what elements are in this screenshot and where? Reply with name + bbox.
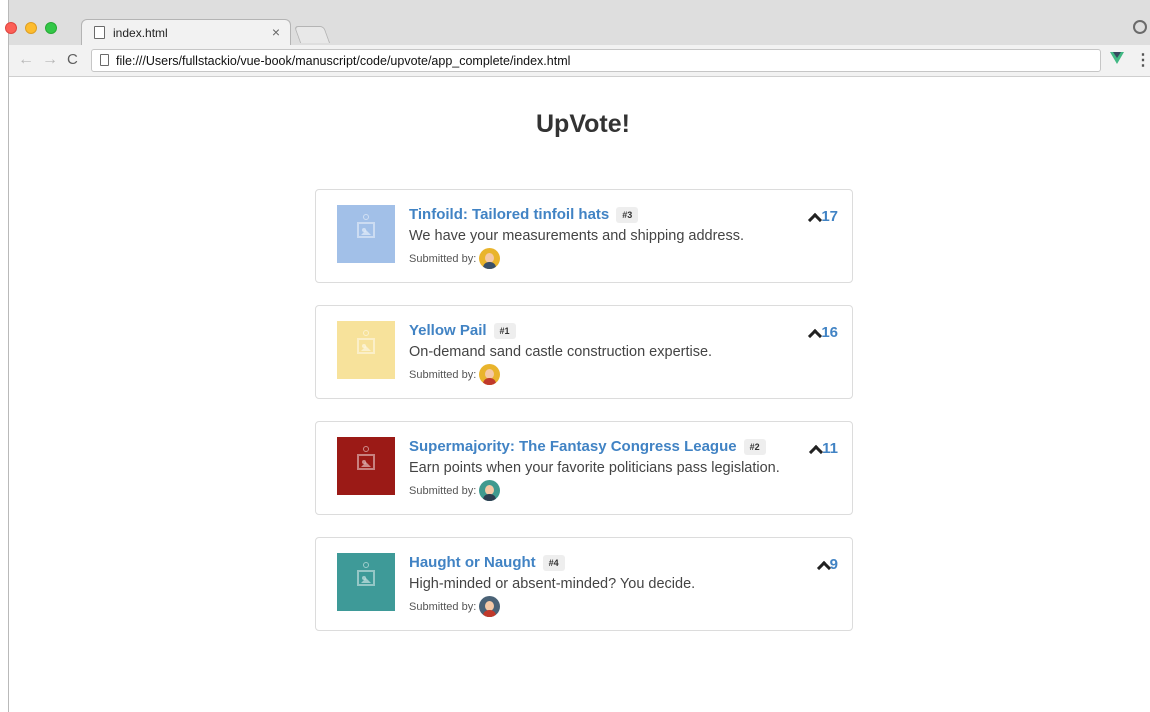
chevron-up-icon[interactable] bbox=[810, 444, 820, 454]
browser-tab[interactable]: index.html × bbox=[81, 19, 291, 45]
avatar bbox=[479, 364, 501, 385]
submission-description: Earn points when your favorite politicia… bbox=[409, 460, 780, 476]
chevron-up-icon[interactable] bbox=[818, 560, 828, 570]
submitted-by-label: Submitted by: bbox=[409, 484, 477, 497]
upvote-control[interactable]: 11 bbox=[810, 440, 838, 457]
vue-devtools-icon[interactable] bbox=[1110, 52, 1124, 64]
submitted-by-label: Submitted by: bbox=[409, 368, 477, 381]
submission-description: We have your measurements and shipping a… bbox=[409, 228, 745, 244]
submission-card: Tinfoild: Tailored tinfoil hats #3 We ha… bbox=[315, 189, 853, 283]
submitted-by-label: Submitted by: bbox=[409, 252, 477, 265]
submitted-by: Submitted by: bbox=[409, 364, 712, 385]
close-tab-icon[interactable]: × bbox=[272, 24, 280, 40]
submission-image bbox=[337, 437, 395, 495]
submission-title-link[interactable]: Tinfoild: Tailored tinfoil hats bbox=[409, 206, 609, 223]
profile-icon[interactable] bbox=[1133, 20, 1147, 34]
page-title: UpVote! bbox=[536, 110, 630, 138]
vote-count: 11 bbox=[822, 440, 838, 457]
url-text[interactable]: file:///Users/fullstackio/vue-book/manus… bbox=[116, 54, 570, 68]
chevron-up-icon[interactable] bbox=[809, 328, 819, 338]
rank-badge: #2 bbox=[743, 438, 766, 455]
rank-badge: #4 bbox=[542, 554, 565, 571]
submission-card: Yellow Pail #1 On-demand sand castle con… bbox=[315, 305, 853, 399]
submitted-by: Submitted by: bbox=[409, 248, 744, 269]
browser-menu-icon[interactable]: ⋮ bbox=[1135, 50, 1150, 70]
tab-title: index.html bbox=[113, 26, 168, 40]
address-bar[interactable]: file:///Users/fullstackio/vue-book/manus… bbox=[91, 49, 1101, 72]
upvote-control[interactable]: 17 bbox=[809, 208, 838, 225]
submitted-by-label: Submitted by: bbox=[409, 600, 477, 613]
submission-title-link[interactable]: Yellow Pail bbox=[409, 322, 487, 339]
title-row: Haught or Naught #4 bbox=[409, 554, 695, 571]
title-row: Yellow Pail #1 bbox=[409, 322, 712, 339]
submission-card: Haught or Naught #4 High-minded or absen… bbox=[315, 537, 853, 631]
submission-title-link[interactable]: Supermajority: The Fantasy Congress Leag… bbox=[409, 438, 737, 455]
submission-image bbox=[337, 205, 395, 263]
submitted-by: Submitted by: bbox=[409, 596, 695, 617]
submission-info: Haught or Naught #4 High-minded or absen… bbox=[409, 554, 695, 617]
image-hook-icon bbox=[363, 446, 369, 452]
page-icon bbox=[94, 26, 105, 39]
submission-description: On-demand sand castle construction exper… bbox=[409, 344, 713, 360]
submission-list: Tinfoild: Tailored tinfoil hats #3 We ha… bbox=[315, 189, 853, 653]
submission-image bbox=[337, 553, 395, 611]
image-placeholder-icon bbox=[357, 338, 375, 354]
submitted-by: Submitted by: bbox=[409, 480, 780, 501]
maximize-window-button[interactable] bbox=[45, 22, 57, 34]
submission-info: Yellow Pail #1 On-demand sand castle con… bbox=[409, 322, 712, 385]
avatar bbox=[479, 596, 501, 617]
window-controls bbox=[5, 22, 57, 34]
chevron-up-icon[interactable] bbox=[809, 212, 819, 222]
new-tab-button[interactable] bbox=[293, 26, 331, 43]
close-window-button[interactable] bbox=[5, 22, 17, 34]
rank-badge: #1 bbox=[493, 322, 516, 339]
title-bar: index.html × bbox=[5, 0, 1150, 45]
avatar bbox=[479, 480, 501, 501]
title-row: Supermajority: The Fantasy Congress Leag… bbox=[409, 438, 780, 455]
submission-title-link[interactable]: Haught or Naught bbox=[409, 554, 536, 571]
upvote-control[interactable]: 16 bbox=[809, 324, 838, 341]
submission-image bbox=[337, 321, 395, 379]
vote-count: 16 bbox=[821, 324, 838, 341]
browser-window: index.html × ← → C file:///Users/fullsta… bbox=[5, 0, 1150, 712]
image-placeholder-icon bbox=[357, 570, 375, 586]
page-content: UpVote! Tinfoild: Tailored tinfoil hats … bbox=[9, 78, 1150, 712]
file-icon bbox=[100, 54, 109, 66]
submission-card: Supermajority: The Fantasy Congress Leag… bbox=[315, 421, 853, 515]
image-hook-icon bbox=[363, 214, 369, 220]
submission-info: Tinfoild: Tailored tinfoil hats #3 We ha… bbox=[409, 206, 744, 269]
minimize-window-button[interactable] bbox=[25, 22, 37, 34]
image-hook-icon bbox=[363, 330, 369, 336]
reload-icon[interactable]: C bbox=[67, 51, 78, 68]
image-hook-icon bbox=[363, 562, 369, 568]
image-placeholder-icon bbox=[357, 454, 375, 470]
title-row: Tinfoild: Tailored tinfoil hats #3 bbox=[409, 206, 744, 223]
image-placeholder-icon bbox=[357, 222, 375, 238]
back-arrow-icon[interactable]: ← bbox=[18, 51, 34, 69]
browser-toolbar: ← → C file:///Users/fullstackio/vue-book… bbox=[9, 45, 1150, 77]
avatar bbox=[479, 248, 501, 269]
forward-arrow-icon[interactable]: → bbox=[42, 51, 58, 69]
submission-info: Supermajority: The Fantasy Congress Leag… bbox=[409, 438, 780, 501]
vote-count: 9 bbox=[829, 556, 838, 573]
submission-description: High-minded or absent-minded? You decide… bbox=[409, 576, 696, 592]
upvote-control[interactable]: 9 bbox=[818, 556, 838, 573]
rank-badge: #3 bbox=[616, 206, 639, 223]
vote-count: 17 bbox=[821, 208, 838, 225]
